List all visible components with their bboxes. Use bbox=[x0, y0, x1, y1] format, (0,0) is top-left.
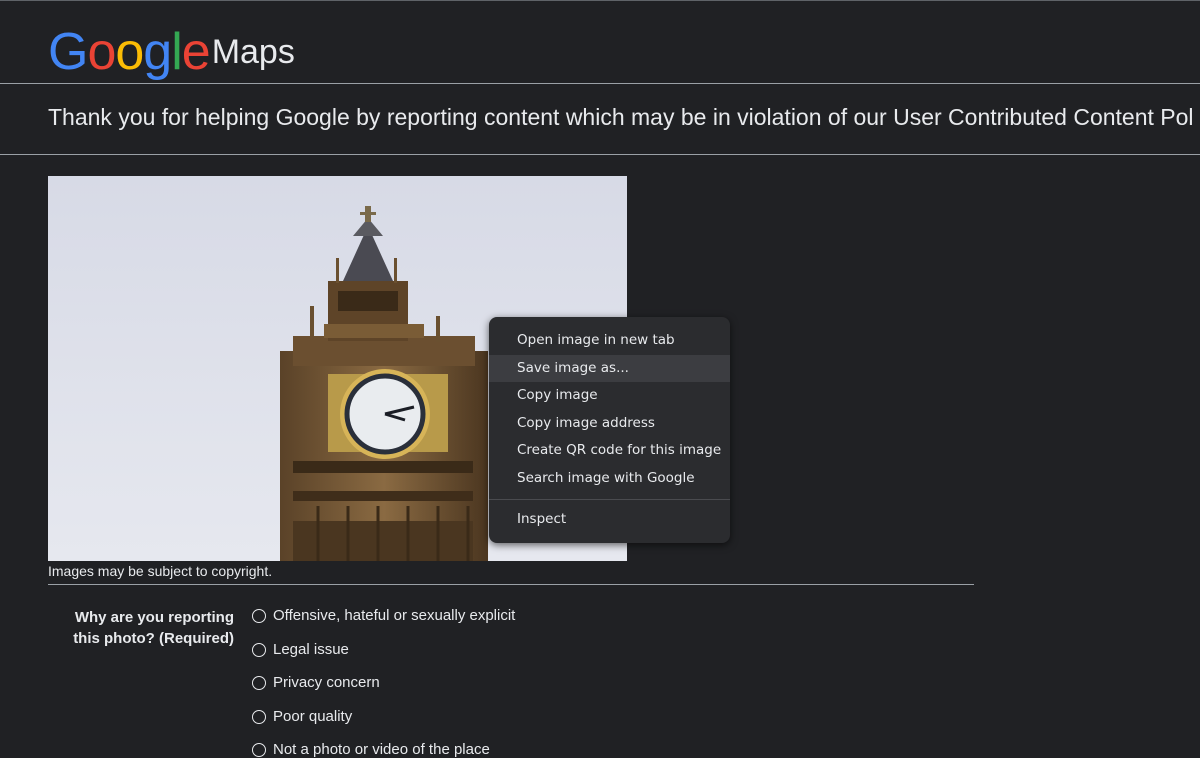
option-offensive-label: Offensive, hateful or sexually explicit bbox=[273, 607, 516, 624]
radio-legal-issue[interactable] bbox=[252, 642, 266, 657]
option-privacy-concern-label: Privacy concern bbox=[273, 674, 380, 691]
menu-open-image-new-tab[interactable]: Open image in new tab bbox=[489, 327, 730, 355]
logo-product-name: Maps bbox=[211, 33, 295, 71]
logo-letter-l: l bbox=[171, 23, 183, 81]
option-poor-quality-label: Poor quality bbox=[273, 708, 353, 725]
radio-offensive[interactable] bbox=[252, 608, 266, 623]
menu-search-image-google[interactable]: Search image with Google bbox=[489, 465, 730, 493]
radio-privacy-concern[interactable] bbox=[252, 675, 266, 690]
copyright-notice: Images may be subject to copyright. bbox=[48, 563, 273, 579]
thanks-message: Thank you for helping Google by reportin… bbox=[48, 104, 1194, 130]
radio-poor-quality[interactable] bbox=[252, 709, 266, 724]
menu-save-image-as[interactable]: Save image as... bbox=[489, 354, 730, 383]
option-privacy-concern[interactable]: Privacy concern bbox=[252, 674, 380, 691]
logo-letter-o1: o bbox=[87, 23, 116, 81]
logo-letter-e: e bbox=[181, 23, 211, 81]
logo-letter-o2: o bbox=[115, 23, 144, 81]
menu-copy-image[interactable]: Copy image bbox=[489, 382, 730, 410]
image-context-menu: Open image in new tab Save image as... C… bbox=[489, 317, 730, 543]
top-border bbox=[0, 0, 1200, 1]
header-divider-top bbox=[0, 83, 1200, 84]
option-legal-issue-label: Legal issue bbox=[273, 641, 349, 658]
report-reason-question: Why are you reporting this photo? (Requi… bbox=[73, 609, 234, 647]
option-offensive[interactable]: Offensive, hateful or sexually explicit bbox=[252, 607, 515, 624]
form-divider bbox=[48, 584, 974, 585]
menu-inspect[interactable]: Inspect bbox=[489, 506, 730, 534]
header-divider-bottom bbox=[0, 154, 1200, 155]
google-maps-logo[interactable]: Go o g l e Maps bbox=[48, 22, 295, 78]
logo-letter-g: G bbox=[48, 23, 88, 81]
logo-letter-g2: g bbox=[143, 23, 172, 81]
option-poor-quality[interactable]: Poor quality bbox=[252, 708, 352, 725]
option-legal-issue[interactable]: Legal issue bbox=[252, 641, 349, 658]
menu-create-qr-code[interactable]: Create QR code for this image bbox=[489, 437, 730, 465]
menu-separator bbox=[489, 498, 730, 500]
menu-copy-image-address[interactable]: Copy image address bbox=[489, 410, 730, 438]
